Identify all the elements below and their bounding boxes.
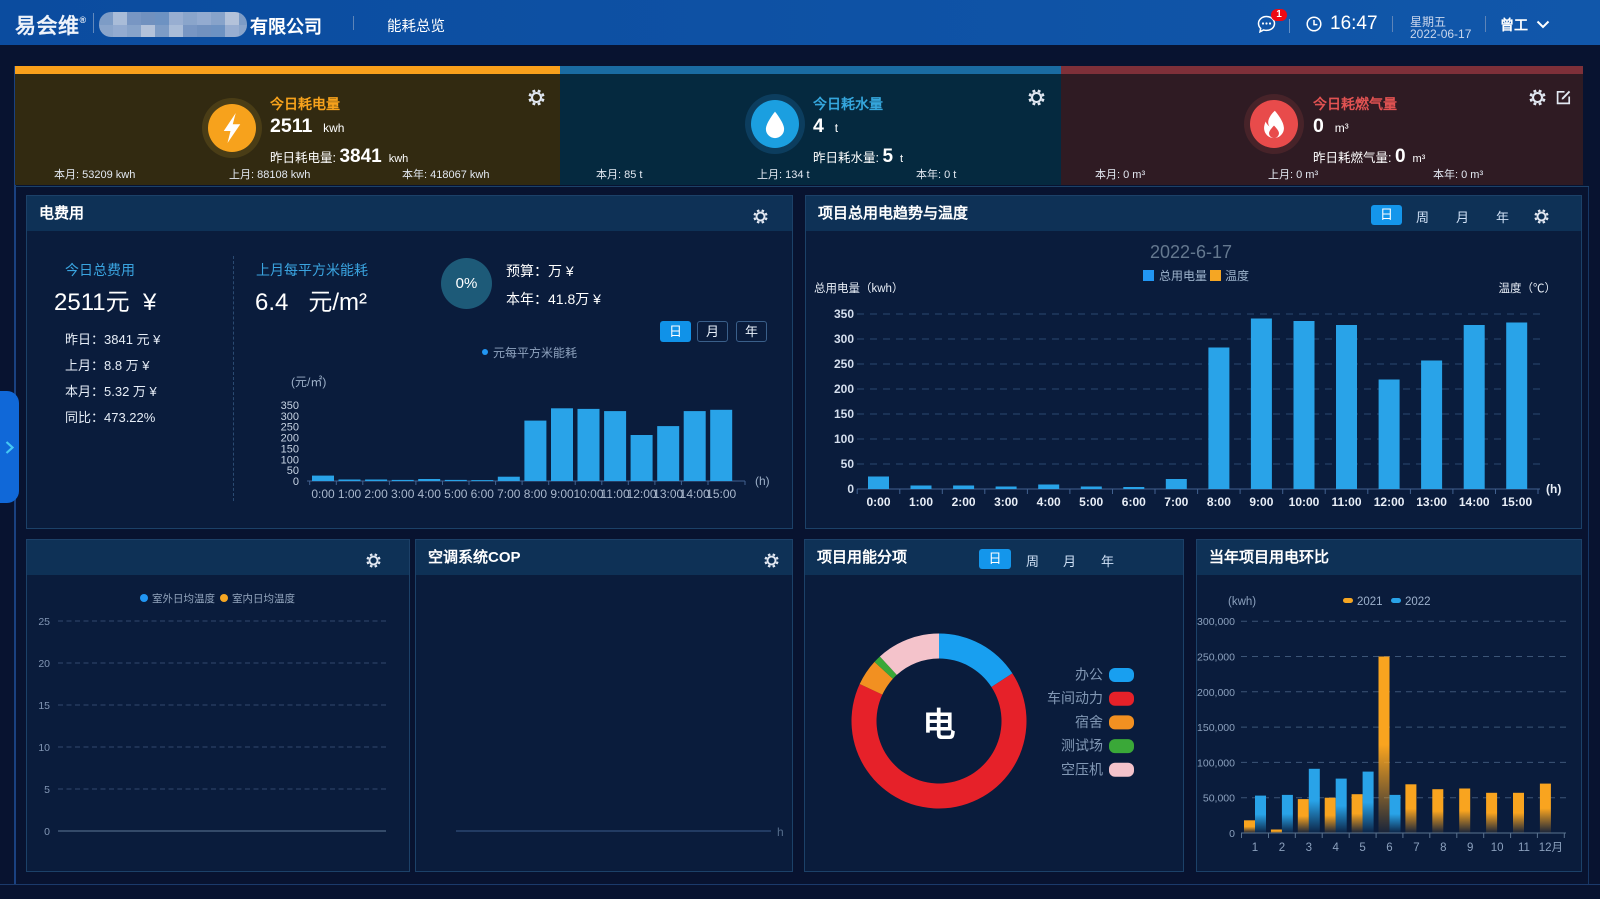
svg-text:(h): (h) — [1546, 482, 1561, 496]
svg-text:2022: 2022 — [1405, 596, 1431, 608]
svg-text:100: 100 — [281, 454, 299, 466]
svg-text:200,000: 200,000 — [1197, 687, 1235, 699]
svg-text:10:00: 10:00 — [1289, 495, 1320, 509]
svg-text:8: 8 — [1440, 842, 1446, 854]
svg-text:200: 200 — [834, 382, 854, 396]
svg-text:3:00: 3:00 — [391, 487, 415, 501]
svg-text:6:00: 6:00 — [471, 487, 495, 501]
svg-text:2: 2 — [1279, 842, 1285, 854]
svg-text:2021: 2021 — [1357, 596, 1383, 608]
svg-text:8:00: 8:00 — [524, 487, 548, 501]
svg-text:200: 200 — [281, 433, 299, 445]
svg-text:3: 3 — [1306, 842, 1312, 854]
svg-text:300: 300 — [834, 332, 854, 346]
svg-text:4:00: 4:00 — [1037, 495, 1061, 509]
svg-text:11: 11 — [1518, 842, 1530, 854]
svg-text:9:00: 9:00 — [550, 487, 574, 501]
svg-text:4: 4 — [1332, 842, 1339, 854]
svg-text:100: 100 — [834, 432, 854, 446]
svg-text:25: 25 — [38, 616, 50, 628]
svg-text:300: 300 — [281, 411, 299, 423]
svg-text:0: 0 — [44, 826, 50, 838]
svg-text:车间动力: 车间动力 — [1047, 690, 1103, 706]
svg-text:7: 7 — [1413, 842, 1419, 854]
svg-text:11:00: 11:00 — [601, 487, 630, 501]
svg-text:总用电量（kwh）: 总用电量（kwh） — [814, 281, 903, 295]
svg-text:测试场: 测试场 — [1061, 738, 1103, 754]
svg-text:15: 15 — [38, 700, 50, 712]
svg-text:350: 350 — [834, 307, 854, 321]
svg-text:1: 1 — [1252, 842, 1258, 854]
svg-text:(kwh): (kwh) — [1228, 596, 1256, 608]
svg-text:150: 150 — [834, 407, 854, 421]
svg-text:5: 5 — [44, 784, 50, 796]
svg-text:5:00: 5:00 — [444, 487, 468, 501]
svg-text:0: 0 — [847, 482, 854, 496]
svg-text:50: 50 — [841, 457, 855, 471]
svg-text:8:00: 8:00 — [1207, 495, 1231, 509]
svg-text:室外日均温度: 室外日均温度 — [152, 592, 215, 605]
svg-text:300,000: 300,000 — [1197, 616, 1235, 628]
svg-text:5:00: 5:00 — [1079, 495, 1103, 509]
svg-text:1:00: 1:00 — [338, 487, 362, 501]
svg-text:250,000: 250,000 — [1197, 652, 1235, 664]
svg-text:50: 50 — [287, 465, 299, 477]
svg-text:空压机: 空压机 — [1061, 761, 1103, 777]
svg-text:350: 350 — [281, 400, 299, 412]
svg-text:150,000: 150,000 — [1197, 722, 1235, 734]
svg-text:9: 9 — [1467, 842, 1473, 854]
svg-text:温度: 温度 — [1225, 268, 1249, 283]
svg-text:7:00: 7:00 — [497, 487, 521, 501]
svg-text:0: 0 — [1229, 828, 1235, 840]
svg-text:50,000: 50,000 — [1203, 793, 1235, 805]
svg-text:办公: 办公 — [1075, 667, 1103, 683]
svg-text:h: h — [777, 825, 784, 839]
svg-text:2:00: 2:00 — [364, 487, 388, 501]
svg-text:2:00: 2:00 — [952, 495, 976, 509]
svg-text:0:00: 0:00 — [311, 487, 335, 501]
svg-text:7:00: 7:00 — [1164, 495, 1188, 509]
svg-text:(h): (h) — [755, 474, 770, 488]
svg-text:250: 250 — [281, 422, 299, 434]
svg-text:15:00: 15:00 — [706, 487, 736, 501]
svg-text:0: 0 — [293, 476, 299, 488]
svg-text:电: 电 — [923, 706, 956, 743]
svg-text:6: 6 — [1386, 842, 1392, 854]
svg-text:5: 5 — [1359, 842, 1365, 854]
svg-text:250: 250 — [834, 357, 854, 371]
svg-text:12月: 12月 — [1539, 842, 1563, 854]
svg-text:12:00: 12:00 — [1374, 495, 1405, 509]
svg-text:10: 10 — [38, 742, 50, 754]
svg-text:0:00: 0:00 — [866, 495, 890, 509]
svg-text:宿舍: 宿舍 — [1075, 714, 1103, 730]
svg-text:100,000: 100,000 — [1197, 757, 1235, 769]
svg-text:6:00: 6:00 — [1122, 495, 1146, 509]
svg-text:15:00: 15:00 — [1501, 495, 1532, 509]
svg-text:10:00: 10:00 — [573, 487, 603, 501]
svg-text:14:00: 14:00 — [1459, 495, 1490, 509]
svg-text:室内日均温度: 室内日均温度 — [232, 592, 295, 605]
svg-text:温度（℃）: 温度（℃） — [1499, 281, 1557, 295]
svg-text:2022-6-17: 2022-6-17 — [1150, 242, 1232, 262]
svg-text:3:00: 3:00 — [994, 495, 1018, 509]
svg-text:总用电量: 总用电量 — [1159, 269, 1207, 283]
svg-text:9:00: 9:00 — [1249, 495, 1273, 509]
svg-text:(元/㎡): (元/㎡) — [291, 375, 326, 389]
svg-text:13:00: 13:00 — [1416, 495, 1447, 509]
svg-text:1:00: 1:00 — [909, 495, 933, 509]
svg-text:11:00: 11:00 — [1331, 495, 1361, 509]
svg-text:150: 150 — [281, 443, 299, 455]
svg-text:4:00: 4:00 — [418, 487, 442, 501]
svg-text:10: 10 — [1491, 842, 1504, 854]
svg-text:20: 20 — [38, 658, 50, 670]
